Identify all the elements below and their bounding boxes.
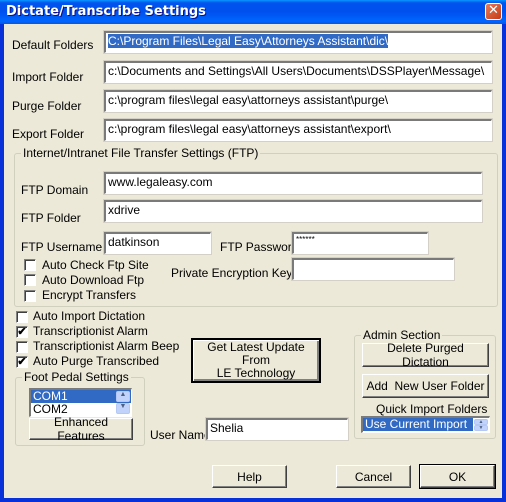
auto-import-dictation-label: Auto Import Dictation <box>33 309 146 323</box>
default-folders-value: C:\Program Files\Legal Easy\Attorneys As… <box>108 34 389 48</box>
encrypt-transfers-label: Encrypt Transfers <box>42 288 137 302</box>
quick-import-folders-list[interactable]: Use Current Import ▲ ▼ <box>361 416 490 433</box>
close-icon: ✕ <box>488 3 499 18</box>
scroll-down-icon[interactable]: ▼ <box>474 425 488 431</box>
auto-check-ftp-label: Auto Check Ftp Site <box>42 258 149 272</box>
encryption-key-input[interactable] <box>291 257 455 281</box>
ftp-password-label: FTP Password <box>220 240 299 254</box>
cancel-button[interactable]: Cancel <box>336 465 411 488</box>
quick-import-folders-label: Quick Import Folders <box>376 402 488 416</box>
scroll-up-icon[interactable]: ▲ <box>116 391 130 402</box>
foot-pedal-group-title: Foot Pedal Settings <box>22 370 131 384</box>
update-button-line2: LE Technology <box>216 366 296 380</box>
ok-button[interactable]: OK <box>419 464 496 489</box>
delete-purged-dictation-button[interactable]: Delete Purged Dictation <box>362 341 489 369</box>
auto-purge-transcribed-checkbox[interactable]: ✔ <box>16 356 28 368</box>
purge-folder-label: Purge Folder <box>12 99 82 113</box>
default-folders-label: Default Folders <box>12 38 94 52</box>
settings-dialog: Dictate/Transcribe Settings ✕ Default Fo… <box>0 0 506 502</box>
get-latest-update-button[interactable]: Get Latest Update From LE Technology <box>191 338 321 383</box>
ftp-domain-input[interactable]: www.legaleasy.com <box>103 171 483 195</box>
import-folder-input[interactable]: c:\Documents and Settings\All Users\Docu… <box>103 60 493 84</box>
close-button[interactable]: ✕ <box>485 3 502 20</box>
transcriptionist-alarm-label: Transcriptionist Alarm <box>33 324 148 338</box>
export-folder-input[interactable]: c:\program files\legal easy\attorneys as… <box>103 118 493 142</box>
auto-purge-transcribed-label: Auto Purge Transcribed <box>33 354 160 368</box>
ftp-password-input[interactable]: ****** <box>291 231 429 255</box>
auto-download-ftp-checkbox[interactable] <box>24 274 36 286</box>
title-bar[interactable]: Dictate/Transcribe Settings ✕ <box>0 0 506 24</box>
transcriptionist-alarm-beep-label: Transcriptionist Alarm Beep <box>33 339 180 353</box>
add-new-user-folder-button[interactable]: Add New User Folder <box>362 374 489 398</box>
encrypt-transfers-checkbox[interactable] <box>24 290 36 302</box>
transcriptionist-alarm-beep-checkbox[interactable] <box>16 341 28 353</box>
auto-download-ftp-label: Auto Download Ftp <box>42 273 145 287</box>
user-name-label: User Name <box>150 428 211 442</box>
ftp-folder-label: FTP Folder <box>21 211 81 225</box>
auto-import-dictation-checkbox[interactable] <box>16 311 28 323</box>
admin-group-title: Admin Section <box>361 328 443 342</box>
ftp-group-title: Internet/Intranet File Transfer Settings… <box>21 146 261 160</box>
help-button[interactable]: Help <box>212 465 287 488</box>
ftp-domain-label: FTP Domain <box>21 183 89 197</box>
update-button-line1: Get Latest Update From <box>207 340 305 367</box>
ftp-folder-input[interactable]: xdrive <box>103 199 483 223</box>
quick-import-item[interactable]: Use Current Import <box>363 418 473 431</box>
window-title: Dictate/Transcribe Settings <box>6 4 206 19</box>
encryption-key-label: Private Encryption Key <box>171 266 293 280</box>
import-folder-label: Import Folder <box>12 70 84 84</box>
enhanced-features-button[interactable]: Enhanced Features <box>29 415 133 443</box>
com-port-list[interactable]: COM1 COM2 ▲ ▼ <box>29 388 132 417</box>
default-folders-input[interactable]: C:\Program Files\Legal Easy\Attorneys As… <box>103 30 493 54</box>
purge-folder-input[interactable]: c:\program files\legal easy\attorneys as… <box>103 89 493 113</box>
ftp-username-input[interactable]: datkinson <box>103 231 212 255</box>
check-icon: ✔ <box>17 326 27 338</box>
scroll-down-icon[interactable]: ▼ <box>116 403 130 414</box>
check-icon: ✔ <box>17 356 27 368</box>
export-folder-label: Export Folder <box>12 127 85 141</box>
ftp-username-label: FTP Username <box>21 240 103 254</box>
user-name-input[interactable]: Shelia <box>205 417 349 441</box>
transcriptionist-alarm-checkbox[interactable]: ✔ <box>16 326 28 338</box>
auto-check-ftp-checkbox[interactable] <box>24 259 36 271</box>
